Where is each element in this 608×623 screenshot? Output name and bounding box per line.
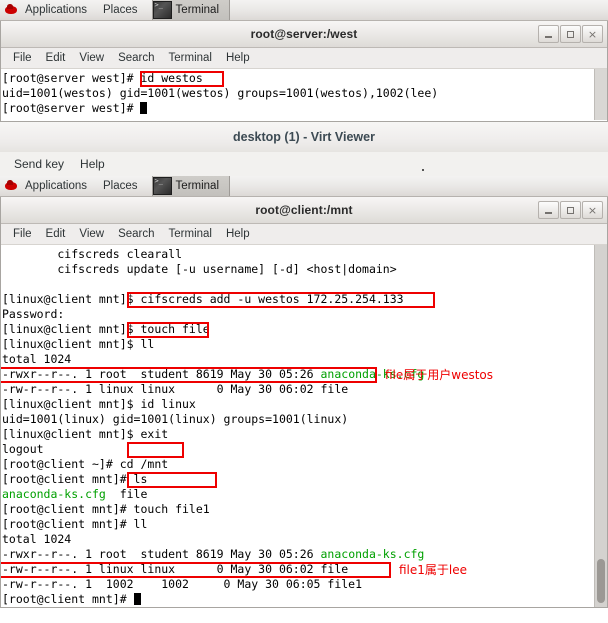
terminal-line: [linux@client mnt]$ touch file — [2, 322, 210, 336]
terminal-cursor — [133, 593, 141, 605]
terminal-line: [linux@client mnt]$ exit — [2, 427, 169, 441]
terminal-line: [root@client mnt]# touch file1 — [2, 502, 210, 516]
guest-top-panel: Applications Places Terminal — [0, 169, 608, 197]
menu-edit[interactable]: Edit — [39, 52, 73, 64]
panel-menu-places[interactable]: Places — [95, 2, 146, 19]
server-window-controls: × — [538, 25, 603, 43]
terminal-line: [root@server west]# id westos — [2, 71, 203, 85]
client-terminal-window: root@client:/mnt × File Edit View Search… — [0, 197, 608, 608]
menu-vv-help[interactable]: Help — [72, 157, 113, 171]
guest-panel-menu-places[interactable]: Places — [95, 178, 146, 195]
client-terminal-output[interactable]: cifscreds clearall cifscreds update [-u … — [1, 245, 607, 607]
filename-file: file — [105, 487, 148, 501]
terminal-line: uid=1001(linux) gid=1001(linux) groups=1… — [2, 412, 349, 426]
close-icon: × — [587, 27, 598, 41]
terminal-line: [linux@client mnt]$ ll — [2, 337, 155, 351]
terminal-line: logout — [2, 442, 44, 456]
server-terminal-window: root@server:/west × File Edit View Searc… — [0, 21, 608, 122]
virt-viewer-titlebar[interactable]: desktop (1) - Virt Viewer — [0, 122, 608, 152]
client-terminal-titlebar[interactable]: root@client:/mnt × — [1, 197, 607, 224]
terminal-line: cifscreds clearall — [2, 247, 183, 261]
minimize-icon — [545, 36, 552, 38]
menu-terminal[interactable]: Terminal — [162, 52, 219, 64]
terminal-line: [root@client mnt]# ls — [2, 472, 148, 486]
terminal-prompt: [root@client mnt]# — [2, 592, 134, 606]
menu-search[interactable]: Search — [111, 52, 161, 64]
taskbar-window-label: Terminal — [175, 4, 220, 16]
server-terminal-title: root@server:/west — [250, 27, 358, 41]
client-terminal-scrollbar[interactable] — [594, 245, 607, 607]
panel-menu-applications[interactable]: Applications — [23, 2, 95, 19]
guest-taskbar-window-terminal[interactable]: Terminal — [151, 176, 231, 196]
annotation-file1-owner: file1属于lee — [399, 563, 468, 577]
terminal-line: [root@server west]# — [2, 101, 607, 116]
menu-help[interactable]: Help — [219, 228, 257, 240]
annotation-file-owner: file属于用户westos — [385, 368, 494, 382]
client-window-controls: × — [538, 201, 603, 219]
maximize-icon — [567, 206, 574, 214]
menu-terminal[interactable]: Terminal — [162, 228, 219, 240]
terminal-line: -rw-r--r--. 1 1002 1002 0 May 30 06:05 f… — [2, 577, 363, 591]
terminal-line: [root@client mnt]# ll — [2, 517, 148, 531]
ls-row-perms: -rwxr--r--. 1 root student 8619 May 30 0… — [2, 547, 321, 561]
server-terminal-output[interactable]: [root@server west]# id westos uid=1001(w… — [1, 69, 607, 120]
terminal-line: Password: — [2, 307, 65, 321]
minimize-button[interactable] — [538, 201, 559, 219]
terminal-icon — [152, 1, 172, 19]
terminal-line: -rw-r--r--. 1 linux linux 0 May 30 06:02… — [2, 382, 349, 396]
terminal-icon — [152, 177, 172, 195]
menu-file[interactable]: File — [6, 228, 39, 240]
maximize-button[interactable] — [560, 25, 581, 43]
menu-search[interactable]: Search — [111, 228, 161, 240]
minimize-icon — [545, 212, 552, 214]
virt-viewer-title: desktop (1) - Virt Viewer — [233, 130, 375, 144]
filename-anaconda: anaconda-ks.cfg — [320, 547, 425, 561]
client-terminal-menubar: File Edit View Search Terminal Help — [1, 224, 607, 245]
terminal-cursor — [140, 102, 148, 114]
terminal-line: -rwxr--r--. 1 root student 8619 May 30 0… — [2, 547, 607, 562]
terminal-line: -rwxr--r--. 1 root student 8619 May 30 0… — [2, 367, 607, 382]
terminal-line: cifscreds update [-u username] [-d] <hos… — [2, 262, 397, 276]
terminal-line: total 1024 — [2, 352, 72, 366]
menu-send-key[interactable]: Send key — [6, 157, 72, 171]
menu-view[interactable]: View — [72, 52, 111, 64]
menu-edit[interactable]: Edit — [39, 228, 73, 240]
maximize-icon — [567, 30, 574, 38]
terminal-line: [linux@client mnt]$ cifscreds add -u wes… — [2, 292, 404, 306]
guest-panel-menu-applications[interactable]: Applications — [23, 178, 95, 195]
close-button[interactable]: × — [582, 25, 603, 43]
server-terminal-menubar: File Edit View Search Terminal Help — [1, 48, 607, 69]
terminal-line: [root@client ~]# cd /mnt — [2, 457, 169, 471]
virt-viewer-menubar: Send key Help — [0, 152, 608, 176]
host-top-panel: Applications Places Terminal — [0, 0, 608, 21]
terminal-line: -rw-r--r--. 1 linux linux 0 May 30 06:02… — [2, 562, 349, 576]
terminal-line: anaconda-ks.cfg file — [2, 487, 607, 502]
server-terminal-titlebar[interactable]: root@server:/west × — [1, 21, 607, 48]
close-button[interactable]: × — [582, 201, 603, 219]
virt-viewer-window: desktop (1) - Virt Viewer Send key Help … — [0, 122, 608, 608]
minimize-button[interactable] — [538, 25, 559, 43]
menu-view[interactable]: View — [72, 228, 111, 240]
terminal-line: [root@client mnt]# — [2, 592, 607, 607]
cursor-dot-marker — [422, 169, 424, 171]
menu-help[interactable]: Help — [219, 52, 257, 64]
guest-taskbar-window-label: Terminal — [175, 180, 220, 192]
redhat-logo-icon — [4, 3, 18, 17]
terminal-prompt: [root@server west]# — [2, 101, 141, 115]
terminal-line: uid=1001(westos) gid=1001(westos) groups… — [2, 86, 439, 100]
taskbar-window-terminal[interactable]: Terminal — [151, 0, 231, 20]
redhat-logo-icon — [4, 179, 18, 193]
menu-file[interactable]: File — [6, 52, 39, 64]
terminal-line: [linux@client mnt]$ id linux — [2, 397, 196, 411]
terminal-line: total 1024 — [2, 532, 72, 546]
close-icon: × — [587, 203, 598, 217]
client-terminal-title: root@client:/mnt — [255, 203, 353, 217]
filename-anaconda: anaconda-ks.cfg — [2, 487, 106, 501]
maximize-button[interactable] — [560, 201, 581, 219]
scrollbar-thumb[interactable] — [597, 559, 605, 603]
server-terminal-scrollbar[interactable] — [594, 69, 607, 120]
ls-row-perms: -rwxr--r--. 1 root student 8619 May 30 0… — [2, 367, 321, 381]
